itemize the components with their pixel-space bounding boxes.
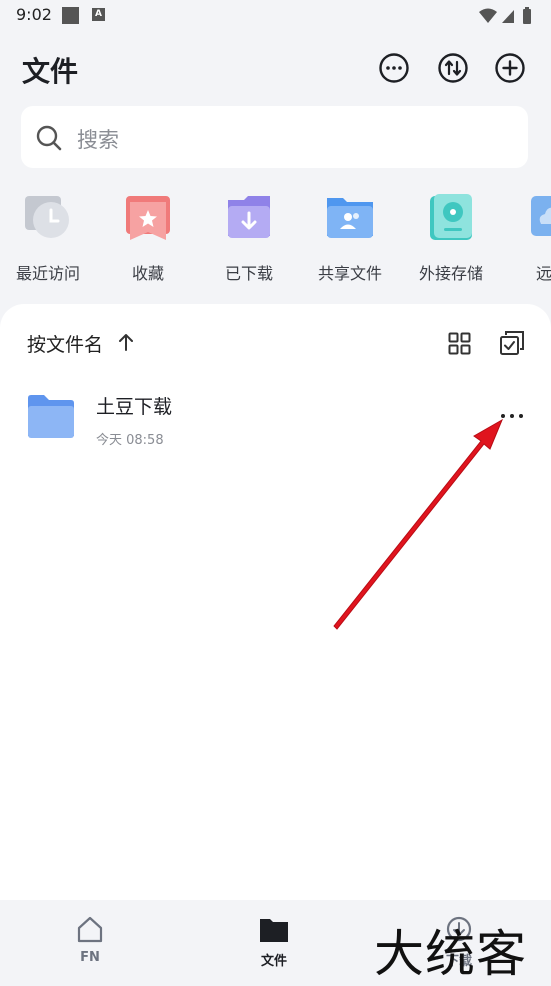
quick-item-label: 最近访问 <box>15 264 80 283</box>
folder-icon <box>260 919 288 942</box>
quick-item-remote[interactable]: 远程 <box>502 190 551 284</box>
download-icon <box>228 196 270 238</box>
folder-icon <box>28 395 74 438</box>
quick-item-label: 共享文件 <box>317 264 382 283</box>
grid-view-icon[interactable] <box>448 332 471 355</box>
page-title: 文件 <box>22 55 79 88</box>
ellipsis-circle-icon <box>379 53 409 83</box>
notification-icon <box>62 7 79 24</box>
quick-item-recent[interactable]: 最近访问 <box>0 190 98 284</box>
quick-item-external-storage[interactable]: 外接存储 <box>401 190 501 284</box>
quick-item-shared[interactable]: 共享文件 <box>300 190 400 284</box>
quick-item-label: 外接存储 <box>418 264 483 283</box>
file-row[interactable]: 土豆下载 今天 08:58 <box>0 384 551 454</box>
sort-by-name-button[interactable]: 按文件名 <box>27 330 103 357</box>
plus-circle-icon <box>495 53 525 83</box>
tab-fn[interactable]: FN <box>45 914 135 965</box>
file-name: 土豆下载 <box>96 396 173 418</box>
sort-ascending-icon[interactable] <box>116 331 136 353</box>
search-icon <box>36 125 62 151</box>
home-icon <box>77 916 103 943</box>
status-icons <box>477 6 539 30</box>
search-placeholder: 搜索 <box>77 128 119 152</box>
tab-label: FN <box>80 950 100 965</box>
app-header: 文件 <box>0 44 551 96</box>
quick-item-favorites[interactable]: 收藏 <box>98 190 198 284</box>
signal-icon <box>502 10 514 23</box>
quick-item-label: 已下载 <box>224 264 273 283</box>
shared-folder-icon <box>327 198 373 238</box>
battery-icon <box>523 7 531 24</box>
tab-files[interactable]: 文件 <box>229 914 319 969</box>
external-disk-icon <box>430 194 472 240</box>
file-modified-time: 今天 08:58 <box>96 433 164 448</box>
clock-icon <box>25 196 69 238</box>
multi-select-icon[interactable] <box>499 330 525 356</box>
tab-label: 文件 <box>260 954 287 969</box>
file-list-panel: 按文件名 土豆下载 今天 08:58 <box>0 304 551 900</box>
watermark: 大统客 <box>374 925 527 983</box>
star-icon <box>126 196 170 240</box>
search-bar[interactable]: 搜索 <box>21 106 528 168</box>
transfer-button[interactable] <box>437 52 469 84</box>
status-time: 9:02 <box>16 5 52 24</box>
add-button[interactable] <box>494 52 526 84</box>
quick-access-row: 最近访问 收藏 已下载 共享文件 外接存储 远 <box>0 190 551 290</box>
file-more-options-button[interactable] <box>496 406 530 426</box>
quick-item-label: 远程 <box>535 264 551 283</box>
quick-item-downloaded[interactable]: 已下载 <box>199 190 299 284</box>
app-notification-icon: A <box>92 8 105 21</box>
more-options-button[interactable] <box>378 52 410 84</box>
wifi-icon <box>479 8 497 23</box>
quick-item-label: 收藏 <box>131 264 164 283</box>
transfer-icon <box>438 53 468 83</box>
status-bar: 9:02 A <box>0 0 551 32</box>
cloud-icon <box>531 196 551 236</box>
